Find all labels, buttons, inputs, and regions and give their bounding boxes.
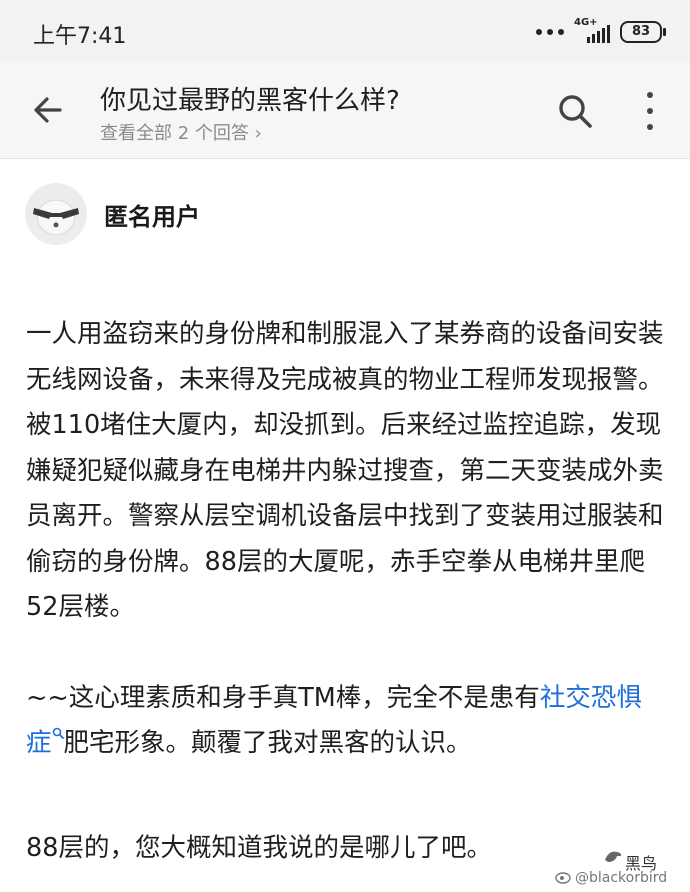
watermark: 黑鸟 @blackorbird xyxy=(555,848,685,888)
more-options-icon[interactable] xyxy=(640,92,660,130)
anonymous-avatar-icon xyxy=(25,183,87,245)
bird-logo-icon xyxy=(605,851,622,862)
signal-icon: 4G+ xyxy=(574,17,610,45)
back-arrow-icon[interactable] xyxy=(30,92,66,128)
battery-icon: 83 xyxy=(620,21,666,43)
question-title[interactable]: 你见过最野的黑客什么样? xyxy=(100,80,400,117)
app-header: 你见过最野的黑客什么样? 查看全部 2 个回答 › xyxy=(0,62,690,158)
answer-paragraph: ~~这心理素质和身手真TM棒，完全不是患有社交恐惧症 肥宅形象。颠覆了我对黑客的认… xyxy=(26,676,666,767)
answer-content: 一人用盗窃来的身份牌和制服混入了某券商的设备间安装无线网设备，未来得及完成被真的… xyxy=(26,312,666,767)
answer-paragraph: 88层的，您大概知道我说的是哪儿了吧。 xyxy=(26,833,492,863)
search-link-icon xyxy=(52,727,64,739)
answer-text: ~~这心理素质和身手真TM棒，完全不是患有 xyxy=(26,682,540,713)
status-time: 上午7:41 xyxy=(33,24,127,49)
view-all-answers-link[interactable]: 查看全部 2 个回答 › xyxy=(100,119,262,145)
author-name[interactable]: 匿名用户 xyxy=(104,197,200,232)
answer-paragraph: 一人用盗窃来的身份牌和制服混入了某券商的设备间安装无线网设备，未来得及完成被真的… xyxy=(26,319,664,622)
weibo-icon xyxy=(555,872,571,884)
search-icon[interactable] xyxy=(556,92,594,130)
watermark-handle: @blackorbird xyxy=(575,870,668,886)
avatar[interactable] xyxy=(25,183,87,245)
status-icons: 4G+ 83 xyxy=(536,17,666,46)
header-divider xyxy=(0,158,690,159)
answer-text: 肥宅形象。颠覆了我对黑客的认识。 xyxy=(63,728,472,758)
status-bar: 上午7:41 4G+ 83 xyxy=(0,0,690,62)
battery-level: 83 xyxy=(631,24,651,39)
more-notifications-icon xyxy=(536,29,564,35)
